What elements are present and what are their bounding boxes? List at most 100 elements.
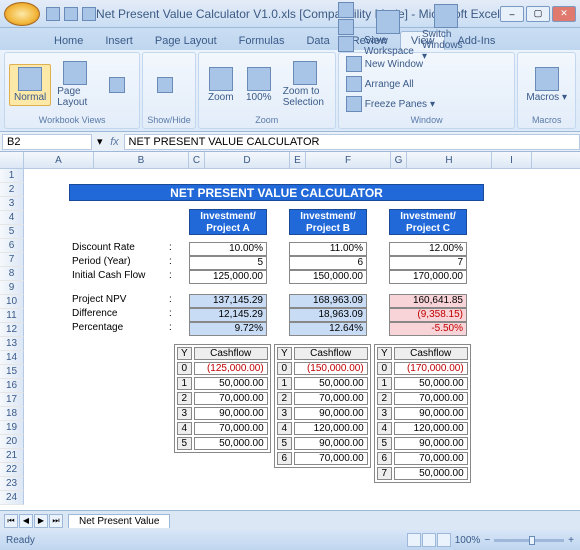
select-all-corner[interactable]: [0, 152, 24, 168]
hide-icon[interactable]: [338, 19, 354, 35]
split-icon[interactable]: [338, 2, 354, 18]
year-cell[interactable]: 1: [277, 377, 292, 390]
cashflow-cell[interactable]: (150,000.00): [294, 362, 368, 375]
sheet-nav-first[interactable]: ⏮: [4, 514, 18, 528]
cashflow-cell[interactable]: (170,000.00): [394, 362, 468, 375]
value-cell[interactable]: 5: [189, 256, 267, 270]
zoom-thumb[interactable]: [529, 536, 535, 545]
zoom-level[interactable]: 100%: [455, 535, 481, 546]
row-header[interactable]: 22: [0, 463, 24, 477]
col-header[interactable]: F: [306, 152, 391, 168]
tab-page-layout[interactable]: Page Layout: [145, 32, 227, 50]
cashflow-cell[interactable]: 90,000.00: [194, 407, 268, 420]
col-header[interactable]: H: [407, 152, 492, 168]
save-icon[interactable]: [46, 7, 60, 21]
col-header[interactable]: G: [391, 152, 407, 168]
undo-icon[interactable]: [64, 7, 78, 21]
year-cell[interactable]: 3: [177, 407, 192, 420]
row-header[interactable]: 10: [0, 295, 24, 309]
year-cell[interactable]: 0: [277, 362, 292, 375]
cashflow-cell[interactable]: 50,000.00: [394, 377, 468, 390]
row-header[interactable]: 4: [0, 211, 24, 225]
cashflow-cell[interactable]: 70,000.00: [394, 452, 468, 465]
row-header[interactable]: 13: [0, 337, 24, 351]
cashflow-cell[interactable]: 90,000.00: [394, 407, 468, 420]
year-cell[interactable]: 4: [177, 422, 192, 435]
sheet-nav-prev[interactable]: ◀: [19, 514, 33, 528]
year-cell[interactable]: 0: [177, 362, 192, 375]
year-cell[interactable]: 4: [277, 422, 292, 435]
spreadsheet-grid[interactable]: A B C D E F G H I 1234567891011121314151…: [0, 152, 580, 510]
col-header[interactable]: I: [492, 152, 532, 168]
show-hide-button[interactable]: [147, 75, 183, 95]
row-header[interactable]: 3: [0, 197, 24, 211]
year-cell[interactable]: 6: [377, 452, 392, 465]
value-cell[interactable]: 160,641.85: [389, 294, 467, 308]
year-cell[interactable]: 0: [377, 362, 392, 375]
minimize-button[interactable]: –: [500, 6, 524, 22]
close-button[interactable]: ✕: [552, 6, 576, 22]
value-cell[interactable]: 12.00%: [389, 242, 467, 256]
value-cell[interactable]: 168,963.09: [289, 294, 367, 308]
cashflow-cell[interactable]: 50,000.00: [194, 377, 268, 390]
cashflow-cell[interactable]: 90,000.00: [294, 407, 368, 420]
row-header[interactable]: 24: [0, 491, 24, 505]
row-header[interactable]: 17: [0, 393, 24, 407]
value-cell[interactable]: 6: [289, 256, 367, 270]
arrange-all-button[interactable]: Arrange All: [343, 75, 417, 93]
row-header[interactable]: 12: [0, 323, 24, 337]
row-header[interactable]: 2: [0, 183, 24, 197]
cashflow-cell[interactable]: 90,000.00: [294, 437, 368, 450]
cashflow-cell[interactable]: 50,000.00: [394, 467, 468, 480]
cashflow-cell[interactable]: 70,000.00: [394, 392, 468, 405]
cashflow-cell[interactable]: 50,000.00: [194, 437, 268, 450]
zoom-in-button[interactable]: +: [568, 535, 574, 546]
cashflow-cell[interactable]: 120,000.00: [294, 422, 368, 435]
cells-area[interactable]: NET PRESENT VALUE CALCULATOR Investment/…: [24, 169, 580, 510]
office-button[interactable]: [4, 2, 40, 26]
year-cell[interactable]: 7: [377, 467, 392, 480]
row-header[interactable]: 8: [0, 267, 24, 281]
year-cell[interactable]: 4: [377, 422, 392, 435]
year-cell[interactable]: 3: [377, 407, 392, 420]
normal-view-button[interactable]: Normal: [9, 64, 51, 106]
row-header[interactable]: 9: [0, 281, 24, 295]
value-cell[interactable]: 150,000.00: [289, 270, 367, 284]
fx-icon[interactable]: fx: [106, 136, 124, 148]
value-cell[interactable]: 12.64%: [289, 322, 367, 336]
year-cell[interactable]: 1: [377, 377, 392, 390]
row-header[interactable]: 18: [0, 407, 24, 421]
row-header[interactable]: 20: [0, 435, 24, 449]
zoom-slider[interactable]: [494, 539, 564, 542]
row-header[interactable]: 5: [0, 225, 24, 239]
row-header[interactable]: 14: [0, 351, 24, 365]
row-header[interactable]: 16: [0, 379, 24, 393]
row-header[interactable]: 19: [0, 421, 24, 435]
macros-button[interactable]: Macros ▾: [522, 65, 571, 105]
row-header[interactable]: 7: [0, 253, 24, 267]
year-cell[interactable]: 5: [277, 437, 292, 450]
custom-views-button[interactable]: [99, 75, 135, 95]
value-cell[interactable]: 7: [389, 256, 467, 270]
row-header[interactable]: 21: [0, 449, 24, 463]
page-layout-view-icon[interactable]: [422, 533, 436, 547]
tab-insert[interactable]: Insert: [95, 32, 143, 50]
unhide-icon[interactable]: [338, 36, 354, 52]
value-cell[interactable]: 125,000.00: [189, 270, 267, 284]
sheet-tab[interactable]: Net Present Value: [68, 514, 170, 528]
cashflow-cell[interactable]: 70,000.00: [294, 452, 368, 465]
page-layout-button[interactable]: Page Layout: [53, 59, 97, 110]
cashflow-cell[interactable]: 120,000.00: [394, 422, 468, 435]
year-cell[interactable]: 5: [377, 437, 392, 450]
zoom-100-button[interactable]: 100%: [241, 65, 277, 105]
sheet-nav-next[interactable]: ▶: [34, 514, 48, 528]
freeze-panes-button[interactable]: Freeze Panes ▾: [343, 95, 438, 113]
value-cell[interactable]: 137,145.29: [189, 294, 267, 308]
row-header[interactable]: 11: [0, 309, 24, 323]
name-box-dropdown[interactable]: ▾: [94, 135, 106, 148]
value-cell[interactable]: 10.00%: [189, 242, 267, 256]
cashflow-cell[interactable]: (125,000.00): [194, 362, 268, 375]
value-cell[interactable]: 12,145.29: [189, 308, 267, 322]
switch-windows-button[interactable]: Switch Windows ▾: [418, 2, 474, 64]
cashflow-cell[interactable]: 70,000.00: [294, 392, 368, 405]
